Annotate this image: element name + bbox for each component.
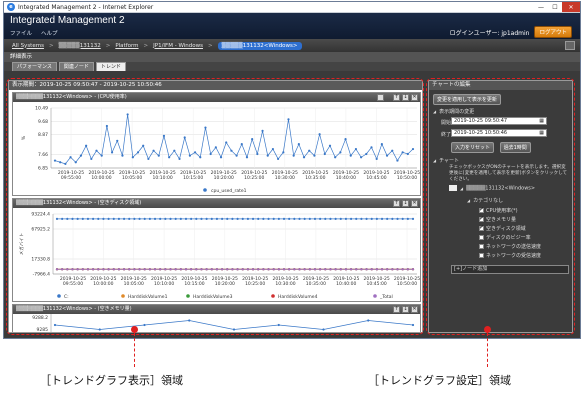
ie-icon: e bbox=[7, 3, 15, 11]
breadcrumb-separator: > bbox=[105, 42, 111, 49]
maximize-button[interactable]: ☐ bbox=[548, 2, 562, 12]
callout-graph-area: ［トレンドグラフ表示］領域 bbox=[40, 374, 183, 387]
menu-icon[interactable] bbox=[565, 41, 575, 50]
window-title: Integrated Management 2 - Internet Explo… bbox=[18, 3, 154, 11]
tab-performance[interactable]: パフォーマンス bbox=[12, 62, 57, 71]
tab-bar: パフォーマンス 関連ノード トレンド bbox=[4, 62, 580, 71]
app-menu: ファイル ヘルプ bbox=[10, 29, 58, 37]
logout-button[interactable]: ログアウト bbox=[534, 26, 572, 38]
breadcrumb-current[interactable]: ▒▒▒▒▒131132<Windows> bbox=[217, 41, 302, 50]
callout-leader bbox=[487, 333, 488, 367]
window-titlebar: e Integrated Management 2 - Internet Exp… bbox=[4, 2, 580, 13]
callout-dot bbox=[484, 326, 491, 333]
callout-settings-area: ［トレンドグラフ設定］領域 bbox=[368, 374, 511, 387]
callout-leader bbox=[134, 333, 135, 367]
settings-area-highlight bbox=[426, 78, 575, 335]
breadcrumb-platform[interactable]: Platform bbox=[115, 43, 138, 49]
app-title: Integrated Management 2 bbox=[10, 15, 125, 26]
breadcrumb-separator: > bbox=[208, 42, 213, 49]
breadcrumb: All Systems > ▒▒▒▒▒131132 > Platform > J… bbox=[4, 39, 580, 52]
login-user: ログインユーザー: jp1admin bbox=[449, 29, 530, 37]
breadcrumb-all-systems[interactable]: All Systems bbox=[12, 43, 44, 49]
tab-trend[interactable]: トレンド bbox=[95, 62, 126, 71]
breadcrumb-separator: > bbox=[48, 42, 54, 49]
breadcrumb-host[interactable]: ▒▒▒▒▒131132 bbox=[59, 43, 101, 49]
breadcrumb-separator: > bbox=[143, 42, 149, 49]
app-header: Integrated Management 2 ファイル ヘルプ ログインユーザ… bbox=[4, 13, 580, 39]
section-title: 詳細表示 bbox=[4, 52, 580, 62]
minimize-button[interactable]: — bbox=[534, 2, 548, 12]
callout-dot bbox=[131, 326, 138, 333]
graph-area-highlight bbox=[6, 78, 424, 335]
breadcrumb-ifm[interactable]: JP1/IFM - Windows bbox=[153, 43, 203, 49]
menu-help[interactable]: ヘルプ bbox=[41, 29, 58, 37]
menu-file[interactable]: ファイル bbox=[10, 29, 32, 37]
tab-related-nodes[interactable]: 関連ノード bbox=[58, 62, 94, 71]
close-window-button[interactable]: ✕ bbox=[562, 2, 580, 12]
